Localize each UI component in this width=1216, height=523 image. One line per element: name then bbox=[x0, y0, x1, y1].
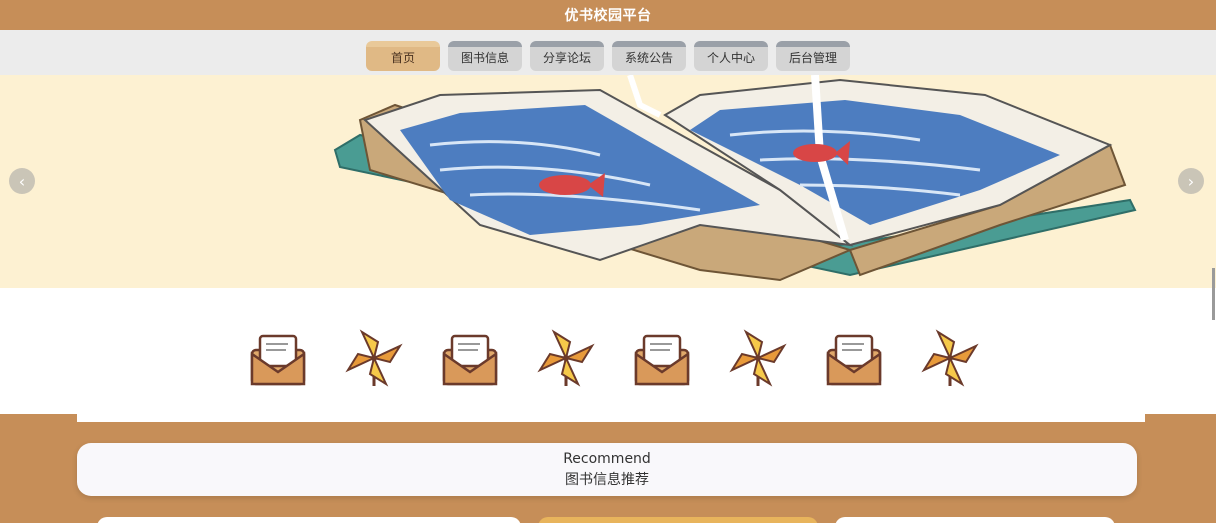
nav-book-info[interactable]: 图书信息 bbox=[448, 40, 522, 71]
banner-carousel[interactable]: ‹ › bbox=[0, 75, 1216, 288]
scrollbar-thumb[interactable] bbox=[1212, 268, 1215, 320]
recommend-section-header: Recommend 图书信息推荐 bbox=[77, 443, 1137, 496]
chevron-right-icon: › bbox=[1187, 171, 1195, 191]
top-header: 优书校园平台 bbox=[0, 0, 1216, 30]
carousel-next-button[interactable]: › bbox=[1178, 168, 1204, 194]
main-nav: 首页 图书信息 分享论坛 系统公告 个人中心 后台管理 bbox=[0, 30, 1216, 75]
book-card[interactable] bbox=[538, 517, 818, 523]
nav-forum[interactable]: 分享论坛 bbox=[530, 40, 604, 71]
envelope-icon[interactable] bbox=[248, 328, 308, 388]
envelope-icon[interactable] bbox=[632, 328, 692, 388]
pinwheel-icon[interactable] bbox=[728, 328, 788, 388]
nav-home[interactable]: 首页 bbox=[366, 40, 440, 71]
chevron-left-icon: ‹ bbox=[18, 171, 26, 191]
quick-links-row bbox=[248, 328, 980, 388]
nav-personal-center[interactable]: 个人中心 bbox=[694, 40, 768, 71]
book-card[interactable] bbox=[97, 517, 521, 523]
banner-book-illustration bbox=[333, 75, 1137, 282]
carousel-prev-button[interactable]: ‹ bbox=[9, 168, 35, 194]
nav-admin[interactable]: 后台管理 bbox=[776, 40, 850, 71]
book-card[interactable] bbox=[835, 517, 1115, 523]
recommend-title-en: Recommend bbox=[563, 450, 651, 467]
quick-links-strip bbox=[0, 288, 1216, 414]
recommend-title-zh: 图书信息推荐 bbox=[565, 471, 649, 488]
site-title: 优书校园平台 bbox=[564, 8, 652, 24]
nav-announcements[interactable]: 系统公告 bbox=[612, 40, 686, 71]
envelope-icon[interactable] bbox=[440, 328, 500, 388]
envelope-icon[interactable] bbox=[824, 328, 884, 388]
quick-links-strip-tail bbox=[77, 414, 1145, 422]
pinwheel-icon[interactable] bbox=[536, 328, 596, 388]
pinwheel-icon[interactable] bbox=[344, 328, 404, 388]
pinwheel-icon[interactable] bbox=[920, 328, 980, 388]
